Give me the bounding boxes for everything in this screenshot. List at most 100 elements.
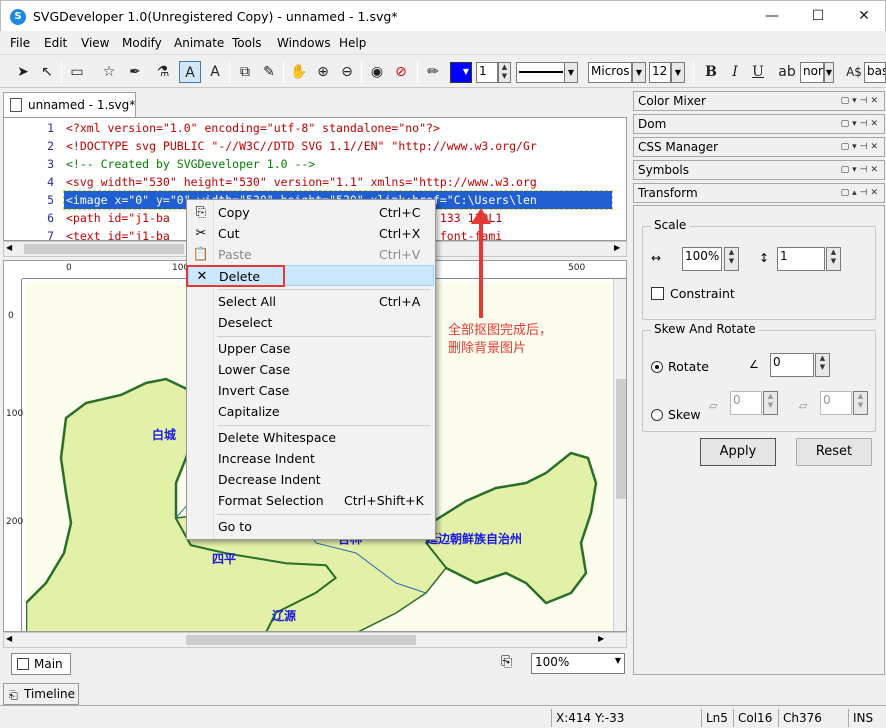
canvas-vertical-scrollbar[interactable] — [613, 279, 626, 631]
scroll-thumb[interactable] — [186, 635, 416, 645]
text-tool-icon[interactable]: A — [179, 61, 201, 83]
panel-controls-icon[interactable]: ▢▾⊣✕ — [841, 161, 881, 179]
stroke-width-spinner[interactable]: ▲ ▼ — [498, 62, 511, 83]
font-weight-dropdown[interactable]: ▼ — [824, 62, 834, 83]
menu-item-decrease-indent[interactable]: Decrease Indent — [188, 469, 434, 490]
menu-item-cut[interactable]: ✂ Cut Ctrl+X — [188, 223, 434, 244]
rotate-radio[interactable] — [651, 361, 663, 373]
baseline-select[interactable]: bas — [864, 62, 886, 83]
panel-transform[interactable]: Transform ▢▴⊣✕ — [633, 183, 885, 203]
menu-item-capitalize[interactable]: Capitalize — [188, 401, 434, 422]
menu-animate[interactable]: Animate — [174, 36, 224, 50]
rotate-spinner[interactable]: ▲ ▼ — [815, 353, 830, 377]
dash-style-select[interactable] — [516, 62, 566, 83]
maximize-button[interactable]: ☐ — [795, 1, 841, 31]
italic-button[interactable]: I — [724, 61, 746, 83]
text-path-icon[interactable]: A — [204, 61, 226, 83]
menu-item-deselect[interactable]: Deselect — [188, 312, 434, 333]
timeline-tab[interactable]: ⎗ Timeline — [3, 683, 79, 705]
font-weight-select[interactable]: nor — [800, 62, 824, 83]
stroke-width-input[interactable]: 1 — [476, 62, 498, 83]
font-name-select[interactable]: Micros — [588, 62, 632, 83]
menu-item-lower-case[interactable]: Lower Case — [188, 359, 434, 380]
menu-item-format-selection[interactable]: Format Selection Ctrl+Shift+K — [188, 490, 434, 511]
menu-item-go-to[interactable]: Go to — [188, 516, 434, 537]
pen-tool-icon[interactable]: ✒ — [124, 61, 146, 83]
scroll-right-icon[interactable]: ▶ — [614, 243, 620, 252]
panel-symbols[interactable]: Symbols ▢▾⊣✕ — [633, 160, 885, 180]
code-line[interactable]: <!-- Created by SVGDeveloper 1.0 --> — [66, 155, 315, 173]
scale-y-input[interactable]: 1 — [777, 247, 825, 271]
panel-dom[interactable]: Dom ▢▾⊣✕ — [633, 114, 885, 134]
dash-style-dropdown[interactable]: ▼ — [564, 62, 578, 83]
menu-modify[interactable]: Modify — [122, 36, 162, 50]
tab-document[interactable]: unnamed - 1.svg* — [3, 92, 136, 117]
menu-item-upper-case[interactable]: Upper Case — [188, 338, 434, 359]
skew-x-input[interactable]: 0 — [730, 391, 762, 415]
font-size-select[interactable]: 12 — [649, 62, 671, 83]
minimize-button[interactable]: — — [749, 1, 795, 31]
zoom-in-icon[interactable]: ⊕ — [312, 61, 334, 83]
scroll-left-icon[interactable]: ◀ — [6, 243, 12, 252]
skew-y-input[interactable]: 0 — [820, 391, 852, 415]
menu-file[interactable]: File — [10, 36, 30, 50]
panel-title: Color Mixer — [638, 94, 706, 108]
scroll-right-icon[interactable]: ▶ — [598, 634, 604, 643]
scene-icon[interactable]: ⎘ — [501, 654, 512, 670]
menu-item-increase-indent[interactable]: Increase Indent — [188, 448, 434, 469]
reset-button[interactable]: Reset — [796, 438, 872, 466]
menu-item-select-all[interactable]: Select All Ctrl+A — [188, 291, 434, 312]
scroll-left-icon[interactable]: ◀ — [6, 634, 12, 643]
scale-x-input[interactable]: 100% — [682, 247, 722, 271]
menu-help[interactable]: Help — [339, 36, 366, 50]
canvas-horizontal-scrollbar[interactable]: ◀ ▶ — [3, 632, 627, 648]
stroke-pencil-icon[interactable]: ✏ — [422, 61, 444, 83]
skew-x-spinner[interactable]: ▲ ▼ — [763, 391, 778, 415]
font-name-dropdown[interactable]: ▼ — [632, 62, 646, 83]
fill-tool-icon[interactable]: ⚗ — [152, 61, 174, 83]
node-select-icon[interactable]: ↖ — [36, 61, 58, 83]
paint-bucket-icon[interactable]: ◉ — [366, 61, 388, 83]
no-fill-icon[interactable]: ⊘ — [390, 61, 412, 83]
code-line[interactable]: <?xml version="1.0" encoding="utf-8" sta… — [66, 119, 440, 137]
menu-item-invert-case[interactable]: Invert Case — [188, 380, 434, 401]
menu-item-delete-whitespace[interactable]: Delete Whitespace — [188, 427, 434, 448]
panel-controls-icon[interactable]: ▢▴⊣✕ — [841, 184, 881, 202]
scroll-thumb[interactable] — [24, 244, 184, 254]
bold-button[interactable]: B — [700, 61, 722, 83]
eyedropper-icon[interactable]: ✎ — [258, 61, 280, 83]
code-line[interactable]: <!DOCTYPE svg PUBLIC "-//W3C//DTD SVG 1.… — [66, 137, 537, 155]
close-button[interactable]: ✕ — [841, 1, 886, 31]
scroll-thumb[interactable] — [616, 379, 626, 499]
hand-tool-icon[interactable]: ✋ — [288, 61, 310, 83]
scale-x-spinner[interactable]: ▲ ▼ — [724, 247, 739, 271]
skew-y-spinner[interactable]: ▲ ▼ — [853, 391, 868, 415]
zoom-select[interactable]: 100% ▼ — [531, 653, 625, 674]
underline-button[interactable]: U — [747, 61, 769, 83]
scale-y-spinner[interactable]: ▲ ▼ — [826, 247, 841, 271]
chevron-down-icon: ▼ — [614, 656, 621, 665]
apply-button[interactable]: Apply — [700, 438, 776, 466]
panel-css-manager[interactable]: CSS Manager ▢▾⊣✕ — [633, 137, 885, 157]
menu-edit[interactable]: Edit — [44, 36, 67, 50]
tab-main[interactable]: Main — [11, 653, 71, 675]
select-arrow-icon[interactable]: ➤ — [12, 61, 34, 83]
font-size-dropdown[interactable]: ▼ — [671, 62, 685, 83]
constraint-checkbox[interactable] — [651, 287, 664, 300]
menu-view[interactable]: View — [81, 36, 109, 50]
menu-item-paste[interactable]: 📋 Paste Ctrl+V — [188, 244, 434, 265]
skew-radio[interactable] — [651, 409, 663, 421]
menu-tools[interactable]: Tools — [232, 36, 262, 50]
transform-icon[interactable]: ⧉ — [234, 61, 256, 83]
rotate-input[interactable]: 0 — [770, 353, 814, 377]
panel-controls-icon[interactable]: ▢▾⊣✕ — [841, 92, 881, 110]
rectangle-tool-icon[interactable]: ▭ — [66, 61, 88, 83]
panel-color-mixer[interactable]: Color Mixer ▢▾⊣✕ — [633, 91, 885, 111]
zoom-out-icon[interactable]: ⊖ — [336, 61, 358, 83]
panel-controls-icon[interactable]: ▢▾⊣✕ — [841, 115, 881, 133]
menu-item-copy[interactable]: ⎘ Copy Ctrl+C — [188, 202, 434, 223]
code-line[interactable]: <svg width="530" height="530" version="1… — [66, 173, 537, 191]
panel-controls-icon[interactable]: ▢▾⊣✕ — [841, 138, 881, 156]
star-tool-icon[interactable]: ☆ — [98, 61, 120, 83]
menu-windows[interactable]: Windows — [277, 36, 331, 50]
